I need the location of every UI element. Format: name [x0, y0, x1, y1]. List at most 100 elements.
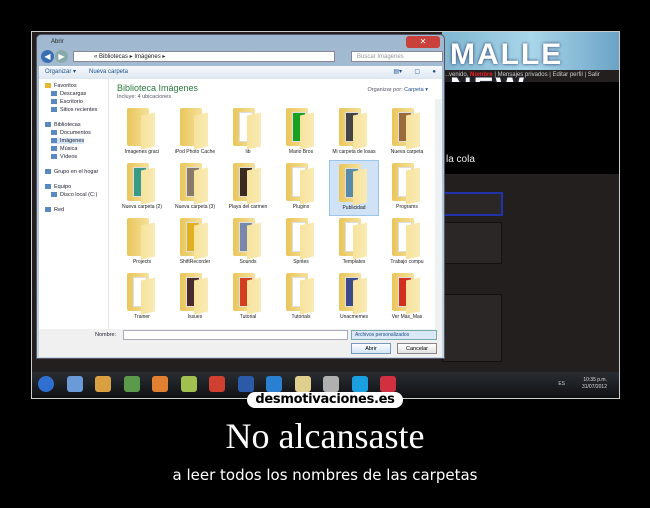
preview-pane-icon[interactable]: ▢ — [414, 66, 420, 79]
group-icon — [45, 207, 51, 213]
sidebar-item[interactable]: Bibliotecas — [45, 122, 81, 128]
location-icon — [51, 192, 57, 198]
taskbar-app-icon[interactable] — [180, 376, 197, 392]
folder-icon — [233, 273, 263, 315]
taskbar-app-icon[interactable] — [237, 376, 254, 392]
organize-button[interactable]: Organizar ▾ — [45, 66, 76, 79]
website-box — [442, 222, 502, 264]
taskbar-app-icon[interactable] — [66, 376, 83, 392]
sidebar-item[interactable]: Grupo en el hogar — [45, 169, 98, 175]
start-button[interactable] — [38, 376, 54, 392]
new-folder-button[interactable]: Nueva carpeta — [89, 66, 128, 79]
folder-label: Templates — [342, 259, 366, 265]
sidebar-item[interactable]: Red — [45, 207, 64, 213]
sidebar-item[interactable]: Documentos — [51, 130, 91, 136]
help-icon[interactable]: ● — [432, 66, 436, 79]
folder-item[interactable]: Imagenes graci — [117, 105, 167, 161]
location-icon — [51, 138, 57, 144]
folder-icon — [127, 273, 157, 315]
sidebar-item[interactable]: Imágenes — [51, 138, 85, 144]
navigation-pane: Favoritos Descargas Escritorio Sitios recie… — [39, 79, 109, 329]
folder-item[interactable]: Sprites — [276, 215, 326, 271]
sidebar-item-label: Música — [60, 146, 78, 152]
folder-item[interactable]: Programs — [382, 160, 432, 216]
folder-item[interactable]: Trainer — [117, 270, 167, 326]
cancel-button[interactable]: Cancelar — [397, 343, 437, 354]
folder-icon — [127, 163, 157, 205]
screenshot: MALLE NEW ...venido, Nombre | Mensajes p… — [31, 31, 620, 399]
sidebar-item-label: Escritorio — [60, 99, 83, 105]
nav-links[interactable]: | Mensajes privados | Editar perfil | Sa… — [493, 72, 599, 78]
taskbar-app-icon[interactable] — [323, 376, 339, 392]
taskbar-app-icon[interactable] — [266, 376, 282, 392]
folder-item[interactable]: lib — [223, 105, 273, 161]
folder-item[interactable]: Mi carpeta de losas — [329, 105, 379, 161]
sidebar-item[interactable]: Descargas — [51, 91, 86, 97]
filename-input[interactable] — [123, 330, 348, 340]
folder-item[interactable]: Mario Bros — [276, 105, 326, 161]
nav-username[interactable]: Nombre — [470, 72, 493, 78]
close-button[interactable]: ✕ — [406, 36, 440, 48]
language-indicator[interactable]: ES — [558, 381, 565, 387]
library-subtitle[interactable]: Incluye: 4 ubicaciones — [117, 94, 171, 100]
folder-item[interactable]: Projects — [117, 215, 167, 271]
folder-item[interactable]: Templates — [329, 215, 379, 271]
taskbar-app-icon[interactable] — [209, 376, 225, 392]
folder-item[interactable]: Ver Más_Mas — [382, 270, 432, 326]
sidebar-item[interactable]: Disco local (C:) — [51, 192, 97, 198]
address-bar[interactable]: « Bibliotecas ▸ Imágenes ▸ — [73, 51, 335, 62]
folder-label: Ver Más_Mas — [391, 314, 423, 320]
view-icon[interactable]: ▤▾ — [393, 66, 402, 79]
folder-item[interactable]: ShiftRecorder — [170, 215, 220, 271]
taskbar-app-icon[interactable] — [123, 376, 140, 392]
folder-item[interactable]: Tutorials — [276, 270, 326, 326]
forward-button[interactable]: ▶ — [55, 50, 68, 63]
sidebar-item-label: Bibliotecas — [54, 122, 81, 128]
taskbar-app-icon[interactable] — [95, 376, 111, 392]
scrollbar[interactable] — [435, 99, 442, 329]
folder-item[interactable]: Nueva carpeta (3) — [170, 160, 220, 216]
folder-item[interactable]: Nueva carpeta (2) — [117, 160, 167, 216]
folder-label: Mi carpeta de losas — [332, 149, 376, 155]
folder-label: Plugins — [292, 204, 310, 210]
folder-item[interactable]: Sounds — [223, 215, 273, 271]
search-input[interactable]: Buscar Imágenes — [351, 51, 443, 62]
folder-icon — [286, 163, 316, 205]
folder-label: Imagenes graci — [124, 149, 160, 155]
sidebar-item[interactable]: Vídeos — [51, 154, 77, 160]
taskbar-app-icon[interactable] — [380, 376, 396, 392]
folder-item[interactable]: Unacmemes — [329, 270, 379, 326]
sidebar-item[interactable]: Sitios recientes — [51, 107, 97, 113]
folder-item[interactable]: Issues — [170, 270, 220, 326]
sidebar-item[interactable]: Favoritos — [45, 83, 77, 89]
sidebar-item-label: Favoritos — [54, 83, 77, 89]
folder-icon — [392, 273, 422, 315]
taskbar-app-icon[interactable] — [294, 376, 311, 392]
sidebar-item[interactable]: Equipo — [45, 184, 71, 190]
folder-label: Issues — [187, 314, 203, 320]
clock[interactable]: 10:35 p.m. 31/07/2012 — [582, 377, 607, 391]
location-icon — [51, 130, 57, 136]
taskbar-app-icon[interactable] — [152, 376, 168, 392]
folder-label: lib — [245, 149, 251, 155]
dialog-title: Abrir — [51, 39, 64, 45]
folder-item[interactable]: Playa del carmen — [223, 160, 273, 216]
folder-item[interactable]: iPod Photo Cache — [170, 105, 220, 161]
folder-item[interactable]: Publicidad — [329, 160, 379, 216]
website-input[interactable] — [442, 192, 503, 216]
taskbar-app-icon[interactable] — [351, 376, 368, 392]
folder-item[interactable]: Nueva carpeta — [382, 105, 432, 161]
file-type-select[interactable]: Archivos personalizados — [351, 330, 437, 340]
arrange-dropdown[interactable]: Carpeta ▾ — [404, 87, 428, 93]
folder-item[interactable]: Trabajo compu — [382, 215, 432, 271]
back-button[interactable]: ◀ — [41, 50, 54, 63]
sidebar-item[interactable]: Música — [51, 146, 77, 152]
location-icon — [51, 99, 57, 105]
folder-icon — [127, 218, 157, 260]
sidebar-item-label: Documentos — [60, 130, 91, 136]
open-button[interactable]: Abrir — [351, 343, 391, 354]
sidebar-item[interactable]: Escritorio — [51, 99, 83, 105]
folder-icon — [392, 163, 422, 205]
folder-item[interactable]: Plugins — [276, 160, 326, 216]
folder-item[interactable]: Tutorial — [223, 270, 273, 326]
